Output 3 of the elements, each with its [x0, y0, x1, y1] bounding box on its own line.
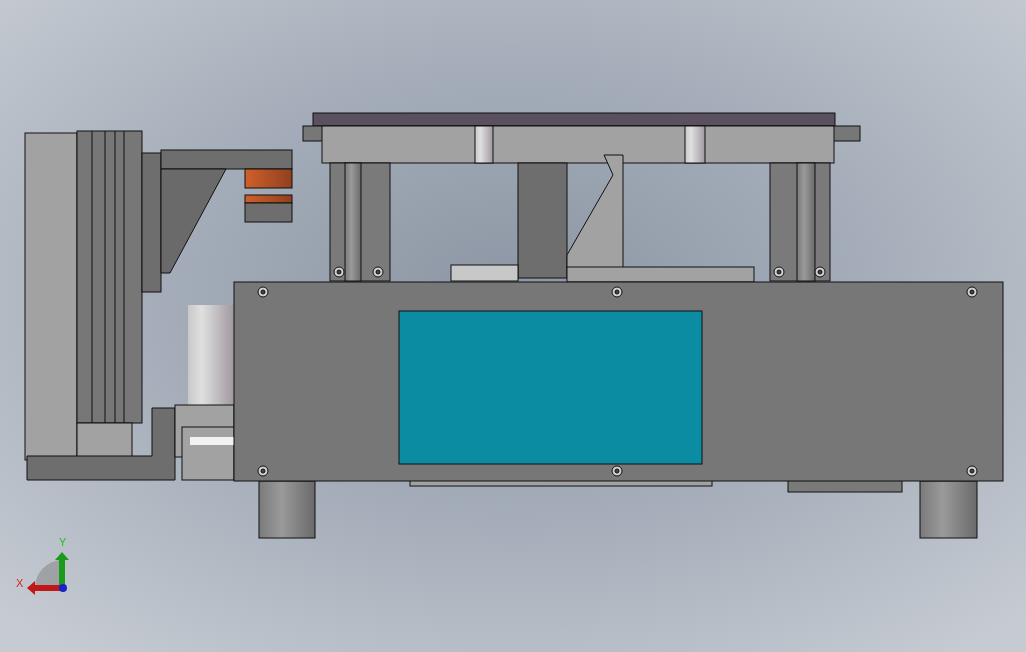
- axis-triad-icon: [27, 552, 69, 595]
- x-axis-label: X: [16, 577, 24, 589]
- y-axis-label: Y: [59, 536, 67, 548]
